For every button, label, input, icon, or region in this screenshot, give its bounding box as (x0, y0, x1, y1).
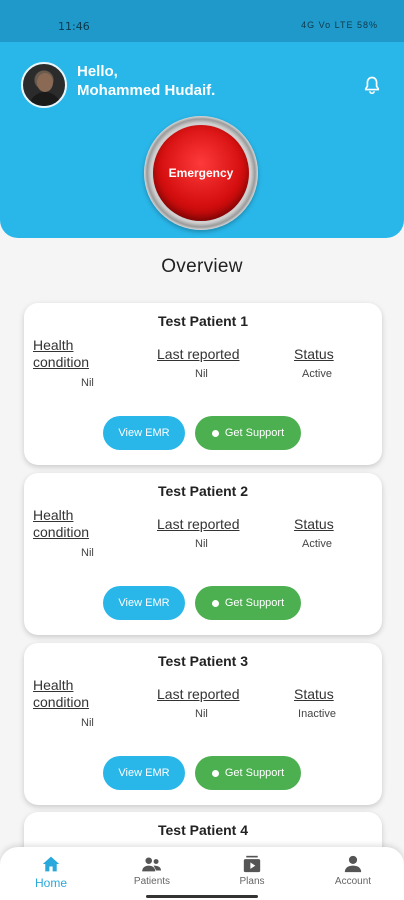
account-icon (344, 855, 362, 873)
avatar[interactable] (21, 62, 67, 108)
last-reported-label: Last reported (157, 516, 240, 532)
last-reported-value: Nil (195, 708, 208, 720)
nav-patients-label: Patients (133, 876, 171, 887)
get-support-label: Get Support (224, 427, 285, 439)
nav-plans-label: Plans (239, 876, 265, 887)
health-condition-value: Nil (81, 377, 94, 389)
health-condition-label: Health condition (33, 677, 90, 710)
view-emr-button[interactable]: View EMR (103, 756, 185, 790)
support-icon (211, 769, 219, 777)
home-icon (42, 856, 60, 872)
patient-name: Test Patient 2 (158, 483, 248, 499)
health-condition-label: Health condition (33, 337, 90, 370)
nav-home[interactable]: Home (11, 855, 91, 890)
health-condition-label: Health condition (33, 507, 90, 540)
notification-bell-icon[interactable] (362, 74, 382, 96)
status-indicators: 4G Vo LTE 58% (301, 20, 378, 30)
nav-home-label: Home (34, 876, 67, 890)
health-condition-value: Nil (81, 717, 94, 729)
patient-card: Test Patient 1 Health condition Nil Last… (24, 303, 382, 465)
nav-plans[interactable]: Plans (212, 855, 292, 887)
get-support-button[interactable]: Get Support (195, 756, 301, 790)
patient-name: Test Patient 1 (158, 313, 248, 329)
status-label: Status (294, 516, 334, 532)
status-value: Active (302, 368, 332, 380)
patients-icon (142, 857, 161, 872)
last-reported-value: Nil (195, 538, 208, 550)
view-emr-button[interactable]: View EMR (103, 416, 185, 450)
overview-title: Overview (161, 256, 243, 277)
last-reported-value: Nil (195, 368, 208, 380)
header: Hello, Mohammed Hudaif. Emergency (0, 42, 404, 238)
view-emr-button[interactable]: View EMR (103, 586, 185, 620)
nav-account[interactable]: Account (313, 855, 393, 887)
patient-card: Test Patient 3 Health condition Nil Last… (24, 643, 382, 805)
patient-name: Test Patient 3 (158, 653, 248, 669)
status-label: Status (294, 346, 334, 362)
emergency-button[interactable]: Emergency (153, 125, 249, 221)
last-reported-label: Last reported (157, 346, 240, 362)
health-condition-value: Nil (81, 547, 94, 559)
get-support-label: Get Support (224, 597, 285, 609)
status-time: 11:46 (58, 20, 90, 33)
greeting: Hello, Mohammed Hudaif. (77, 62, 215, 100)
patient-name: Test Patient 4 (158, 822, 248, 838)
status-label: Status (294, 686, 334, 702)
status-value: Active (302, 538, 332, 550)
get-support-button[interactable]: Get Support (195, 416, 301, 450)
greeting-line1: Hello, (77, 63, 118, 80)
home-indicator (146, 895, 258, 898)
last-reported-label: Last reported (157, 686, 240, 702)
nav-account-label: Account (334, 876, 372, 887)
user-name: Mohammed Hudaif. (77, 82, 216, 99)
get-support-button[interactable]: Get Support (195, 586, 301, 620)
get-support-label: Get Support (224, 767, 285, 779)
support-icon (211, 429, 219, 437)
status-value: Inactive (298, 708, 336, 720)
support-icon (211, 599, 219, 607)
nav-patients[interactable]: Patients (112, 855, 192, 887)
patient-card: Test Patient 2 Health condition Nil Last… (24, 473, 382, 635)
emergency-button-ring: Emergency (144, 116, 258, 230)
status-bar: 11:46 4G Vo LTE 58% (0, 0, 404, 42)
plans-icon (243, 855, 261, 873)
bottom-navigation: Home Patients Plans Account (0, 847, 404, 900)
